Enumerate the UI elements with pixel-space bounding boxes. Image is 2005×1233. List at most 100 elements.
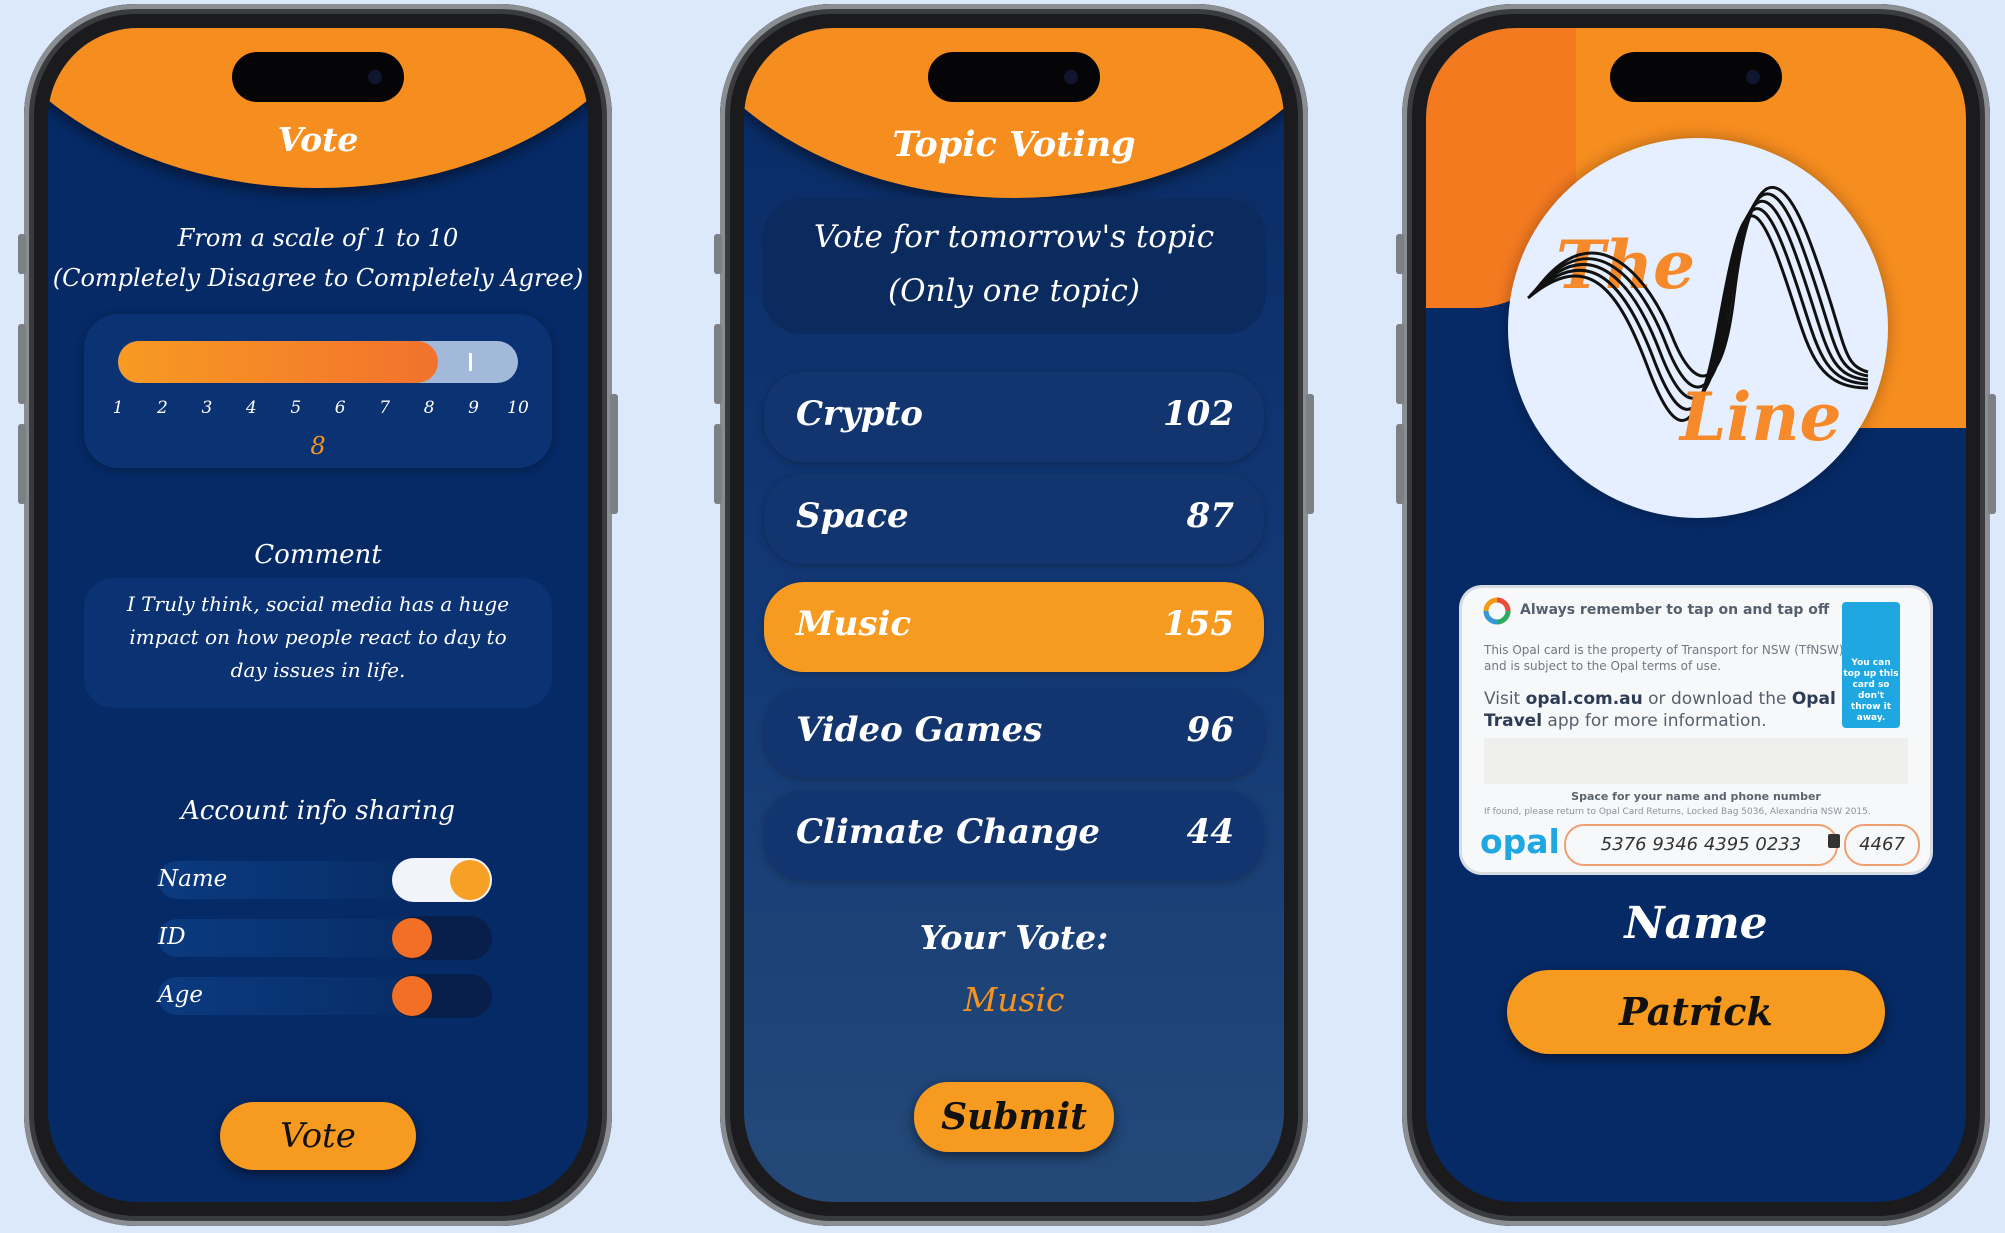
- name-field[interactable]: Patrick: [1507, 970, 1885, 1054]
- topic-name: Crypto: [796, 394, 923, 434]
- app-logo: The Line: [1508, 138, 1888, 518]
- scale-instructions: From a scale of 1 to 10 (Completely Disa…: [48, 218, 588, 298]
- topic-vote-count: 96: [1186, 710, 1234, 750]
- phone-topic: Topic Voting Vote for tomorrow's topic (…: [714, 4, 1314, 1226]
- topic-option-space[interactable]: Space 87: [764, 474, 1264, 564]
- visit-site: opal.com.au: [1525, 689, 1643, 709]
- rating-slider[interactable]: [118, 341, 518, 383]
- topic-name: Space: [796, 496, 909, 536]
- profile-screen: The Line Always remember to tap on and t: [1426, 28, 1966, 1202]
- lock-icon: [1828, 834, 1840, 848]
- volume-up-button: [714, 324, 722, 404]
- opal-brand: opal: [1480, 822, 1560, 861]
- prompt-line-2: (Only one topic): [888, 273, 1140, 309]
- slider-tick: 2: [157, 398, 168, 418]
- dynamic-island: [232, 52, 404, 102]
- opal-card: Always remember to tap on and tap off Th…: [1462, 588, 1930, 872]
- dynamic-island: [928, 52, 1100, 102]
- space-text: Space for your name and phone number: [1571, 790, 1821, 803]
- topic-vote-count: 87: [1186, 496, 1234, 536]
- card-number: 5376 9346 4395 0233: [1564, 824, 1838, 866]
- signature-area: [1484, 738, 1908, 784]
- top-up-panel: You can top up this card so don't throw …: [1842, 602, 1900, 728]
- visit-prefix: Visit: [1484, 689, 1526, 709]
- return-text: If found, please return to Opal Card Ret…: [1484, 807, 1871, 817]
- toggle-knob: [392, 976, 432, 1016]
- toggle-age[interactable]: [392, 974, 492, 1018]
- sharing-row-label: Name: [158, 866, 228, 892]
- slider-tick: 3: [201, 398, 213, 418]
- sharing-row-name: Name: [158, 858, 492, 902]
- power-button: [1306, 394, 1314, 514]
- your-vote-value: Music: [963, 980, 1065, 1019]
- topic-option-video-games[interactable]: Video Games 96: [764, 688, 1264, 778]
- slider-tick: 5: [290, 398, 302, 418]
- slider-tick: 6: [334, 398, 346, 418]
- comment-input[interactable]: I Truly think, social media has a huge i…: [84, 578, 552, 708]
- volume-up-button: [18, 324, 26, 404]
- sharing-label: Account info sharing: [180, 796, 456, 826]
- sharing-row-id: ID: [158, 916, 492, 960]
- opal-ring-icon: [1483, 597, 1511, 625]
- topic-option-climate-change[interactable]: Climate Change 44: [764, 790, 1264, 880]
- name-label: Name: [1624, 898, 1768, 949]
- your-vote-label: Your Vote:: [919, 918, 1109, 957]
- topic-vote-count: 155: [1163, 604, 1234, 644]
- sharing-row-label: Age: [158, 982, 203, 1008]
- topic-vote-count: 102: [1163, 394, 1234, 434]
- logo-word-line: Line: [1680, 378, 1842, 456]
- property-text: This Opal card is the property of Transp…: [1484, 643, 1844, 673]
- visit-text: Visit opal.com.au or download the Opal T…: [1484, 688, 1864, 732]
- visit-suffix: app for more information.: [1542, 711, 1767, 731]
- volume-down-button: [714, 424, 722, 504]
- phone-vote: Vote From a scale of 1 to 10 (Completely…: [18, 4, 618, 1226]
- power-button: [610, 394, 618, 514]
- topic-option-crypto[interactable]: Crypto 102: [764, 372, 1264, 462]
- vote-button[interactable]: Vote: [220, 1102, 416, 1170]
- power-button: [1988, 394, 1996, 514]
- page-title: Topic Voting: [892, 124, 1136, 165]
- submit-button[interactable]: Submit: [914, 1082, 1114, 1152]
- slider-thumb[interactable]: [469, 353, 472, 371]
- slider-tick: 8: [423, 398, 435, 418]
- slider-ticks: 1 2 3 4 5 6 7 8 9 10: [113, 398, 529, 420]
- visit-middle: or download the: [1642, 689, 1792, 709]
- side-button: [18, 234, 26, 274]
- side-button: [714, 234, 722, 274]
- phone-profile: The Line Always remember to tap on and t: [1396, 4, 1996, 1226]
- sharing-row-label: ID: [158, 924, 186, 950]
- toggle-id[interactable]: [392, 916, 492, 960]
- topic-name: Music: [796, 604, 912, 644]
- tap-reminder: Always remember to tap on and tap off: [1520, 602, 1830, 618]
- slider-tick: 9: [468, 398, 479, 418]
- card-pin: 4467: [1844, 824, 1920, 866]
- slider-value: 8: [310, 432, 326, 460]
- sharing-row-age: Age: [158, 974, 492, 1018]
- volume-down-button: [18, 424, 26, 504]
- scale-line-2: (Completely Disagree to Completely Agree…: [52, 264, 584, 292]
- page-title: Vote: [277, 120, 359, 159]
- topic-screen: Topic Voting Vote for tomorrow's topic (…: [744, 28, 1284, 1202]
- prompt-line-1: Vote for tomorrow's topic: [813, 219, 1215, 255]
- toggle-name[interactable]: [392, 858, 492, 902]
- volume-up-button: [1396, 324, 1404, 404]
- rating-slider-card: 1 2 3 4 5 6 7 8 9 10 8: [84, 314, 552, 468]
- topic-name: Climate Change: [796, 812, 1101, 852]
- toggle-knob: [392, 918, 432, 958]
- slider-tick: 7: [379, 398, 391, 418]
- wave-icon: [1527, 186, 1869, 422]
- topic-vote-count: 44: [1186, 812, 1234, 852]
- vote-prompt: Vote for tomorrow's topic (Only one topi…: [762, 198, 1266, 334]
- topic-option-music[interactable]: Music 155: [764, 582, 1264, 672]
- volume-down-button: [1396, 424, 1404, 504]
- comment-label: Comment: [254, 540, 382, 570]
- vote-screen: Vote From a scale of 1 to 10 (Completely…: [48, 28, 588, 1202]
- slider-tick: 1: [112, 398, 124, 418]
- topic-name: Video Games: [796, 710, 1043, 750]
- side-button: [1396, 234, 1404, 274]
- slider-tick: 10: [507, 398, 529, 418]
- dynamic-island: [1610, 52, 1782, 102]
- slider-tick: 4: [245, 398, 257, 418]
- slider-fill: [118, 341, 438, 383]
- toggle-knob: [450, 860, 490, 900]
